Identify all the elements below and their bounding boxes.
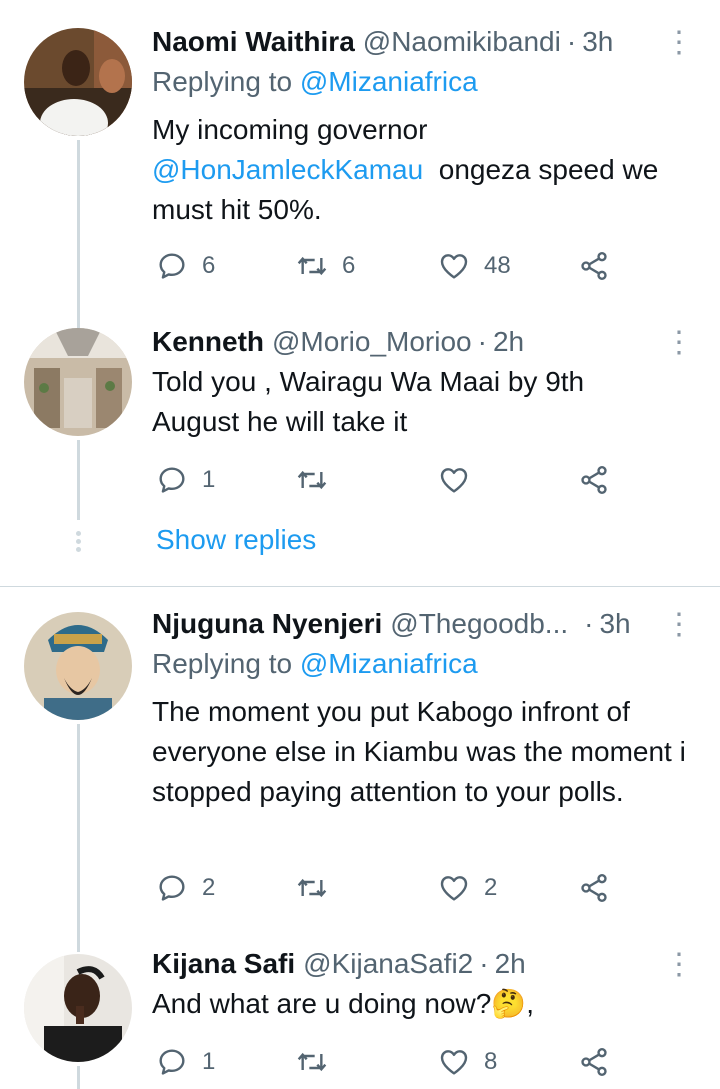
user-handle[interactable]: @KijanaSafi2	[303, 948, 473, 980]
thread-line	[77, 724, 80, 952]
display-name[interactable]: Kenneth	[152, 326, 264, 358]
user-handle[interactable]: @Naomikibandi	[363, 26, 561, 58]
timestamp[interactable]: 3h	[599, 608, 630, 640]
retweet-icon	[296, 1046, 328, 1078]
thread-dots	[74, 528, 82, 555]
thread-line	[77, 1066, 80, 1089]
reply-button[interactable]: 6	[156, 244, 215, 288]
like-icon	[438, 872, 470, 904]
tweet-actions: 1 8	[152, 1040, 632, 1084]
more-icon[interactable]: ⋮	[664, 322, 694, 362]
reply-count: 2	[202, 874, 216, 901]
separator-dot: ·	[566, 26, 577, 57]
mention-link[interactable]: @HonJamleckKamau	[152, 154, 423, 185]
user-handle[interactable]: @Morio_Morioo	[272, 326, 472, 358]
mention-link[interactable]: @Mizaniafrica	[300, 66, 478, 97]
replying-to: Replying to @Mizaniafrica	[152, 648, 478, 679]
display-name[interactable]: Kijana Safi	[152, 948, 295, 980]
share-icon	[578, 1046, 610, 1078]
reply-icon	[156, 1046, 188, 1078]
more-icon[interactable]: ⋮	[664, 944, 694, 984]
tweet-actions: 1	[152, 458, 632, 502]
retweet-button[interactable]	[296, 866, 328, 910]
reply-count: 6	[202, 252, 216, 279]
show-replies-link[interactable]: Show replies	[156, 524, 316, 556]
retweet-button[interactable]	[296, 1040, 328, 1084]
display-name[interactable]: Njuguna Nyenjeri	[152, 608, 382, 640]
retweet-icon	[296, 872, 328, 904]
timestamp[interactable]: 3h	[582, 26, 613, 58]
more-icon[interactable]: ⋮	[664, 22, 694, 62]
divider	[0, 586, 720, 587]
like-button[interactable]: 2	[438, 866, 497, 910]
share-button[interactable]	[578, 866, 610, 910]
timestamp[interactable]: 2h	[493, 326, 524, 358]
share-icon	[578, 464, 610, 496]
avatar[interactable]	[24, 28, 132, 136]
retweet-icon	[296, 250, 328, 282]
thread-line	[77, 140, 80, 344]
share-button[interactable]	[578, 458, 610, 502]
like-count: 8	[484, 1048, 498, 1075]
reply-icon	[156, 250, 188, 282]
replying-to: Replying to @Mizaniafrica	[152, 66, 478, 97]
tweet-header: Kenneth @Morio_Morioo · 2h	[152, 322, 524, 362]
like-button[interactable]: 48	[438, 244, 511, 288]
like-icon	[438, 464, 470, 496]
retweet-icon	[296, 464, 328, 496]
tweet-text: The moment you put Kabogo infront of eve…	[152, 696, 686, 807]
avatar[interactable]	[24, 612, 132, 720]
more-icon[interactable]: ⋮	[664, 604, 694, 644]
separator-dot: ·	[584, 608, 594, 639]
retweet-button[interactable]	[296, 458, 328, 502]
tweet-header: Njuguna Nyenjeri @Thegoodb... · 3h	[152, 604, 631, 644]
tweet-header: Naomi Waithira @Naomikibandi · 3h	[152, 22, 613, 62]
reply-button[interactable]: 2	[156, 866, 215, 910]
tweet-header: Kijana Safi @KijanaSafi2 · 2h	[152, 944, 526, 984]
retweet-button[interactable]: 6	[296, 244, 355, 288]
tweet-text: Told you , Wairagu Wa Maai by 9th August…	[152, 366, 585, 437]
avatar[interactable]	[24, 328, 132, 436]
like-button[interactable]	[438, 458, 470, 502]
reply-button[interactable]: 1	[156, 1040, 215, 1084]
like-count: 2	[484, 874, 498, 901]
reply-icon	[156, 464, 188, 496]
share-icon	[578, 250, 610, 282]
timestamp[interactable]: 2h	[495, 948, 526, 980]
tweet-text: My incoming governor @HonJamleckKamau on…	[152, 114, 659, 225]
reply-count: 1	[202, 1048, 216, 1075]
retweet-count: 6	[342, 252, 356, 279]
user-handle[interactable]: @Thegoodb...	[390, 608, 568, 640]
tweet-text: And what are u doing now?🤔,	[152, 988, 534, 1019]
share-icon	[578, 872, 610, 904]
reply-button[interactable]: 1	[156, 458, 215, 502]
separator-dot: ·	[479, 948, 489, 979]
like-button[interactable]: 8	[438, 1040, 497, 1084]
like-count: 48	[484, 252, 511, 279]
mention-link[interactable]: @Mizaniafrica	[300, 648, 478, 679]
tweet-actions: 2 2	[152, 866, 632, 910]
reply-count: 1	[202, 466, 216, 493]
display-name[interactable]: Naomi Waithira	[152, 26, 355, 58]
reply-icon	[156, 872, 188, 904]
avatar[interactable]	[24, 954, 132, 1062]
tweet-actions: 6 6 48	[152, 244, 632, 288]
share-button[interactable]	[578, 1040, 610, 1084]
thread-line	[77, 440, 80, 520]
separator-dot: ·	[477, 326, 487, 357]
like-icon	[438, 250, 470, 282]
like-icon	[438, 1046, 470, 1078]
share-button[interactable]	[578, 244, 610, 288]
